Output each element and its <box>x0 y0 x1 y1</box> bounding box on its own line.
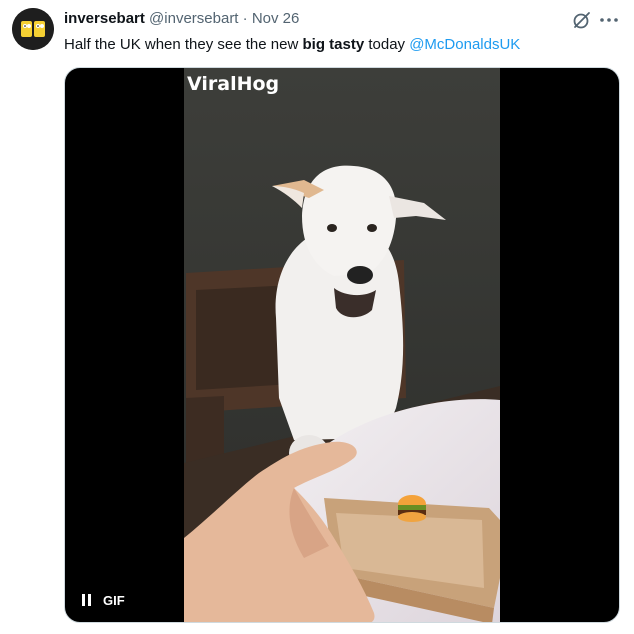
tweet-timestamp[interactable]: Nov 26 <box>252 10 300 27</box>
tweet-text-bold: big tasty <box>302 36 365 53</box>
gif-badge: GIF <box>103 592 125 608</box>
avatar[interactable] <box>12 8 54 50</box>
mention-link[interactable]: @McDonaldsUK <box>409 36 520 53</box>
author-handle[interactable]: @inversebart <box>149 10 238 27</box>
tweet-text: Half the UK when they see the new big ta… <box>64 35 520 55</box>
header-separator: · <box>242 10 248 27</box>
gif-frame: ViralHog <box>184 68 500 622</box>
viralhog-watermark: ViralHog <box>187 73 279 95</box>
media-container[interactable]: ViralHog GIF <box>64 67 620 623</box>
tweet-text-after: today <box>364 36 410 53</box>
grok-icon[interactable] <box>572 10 592 30</box>
avatar-image <box>12 8 54 50</box>
tweet-text-start: Half the UK when they see the new <box>64 36 303 53</box>
gif-controls: GIF <box>81 588 125 612</box>
author-name[interactable]: inversebart <box>64 10 145 27</box>
watermark-text: ViralHog <box>187 73 279 95</box>
pause-icon[interactable] <box>81 593 93 607</box>
more-icon[interactable] <box>598 10 620 30</box>
tweet-header: inversebart @inversebart · Nov 26 <box>64 10 299 28</box>
